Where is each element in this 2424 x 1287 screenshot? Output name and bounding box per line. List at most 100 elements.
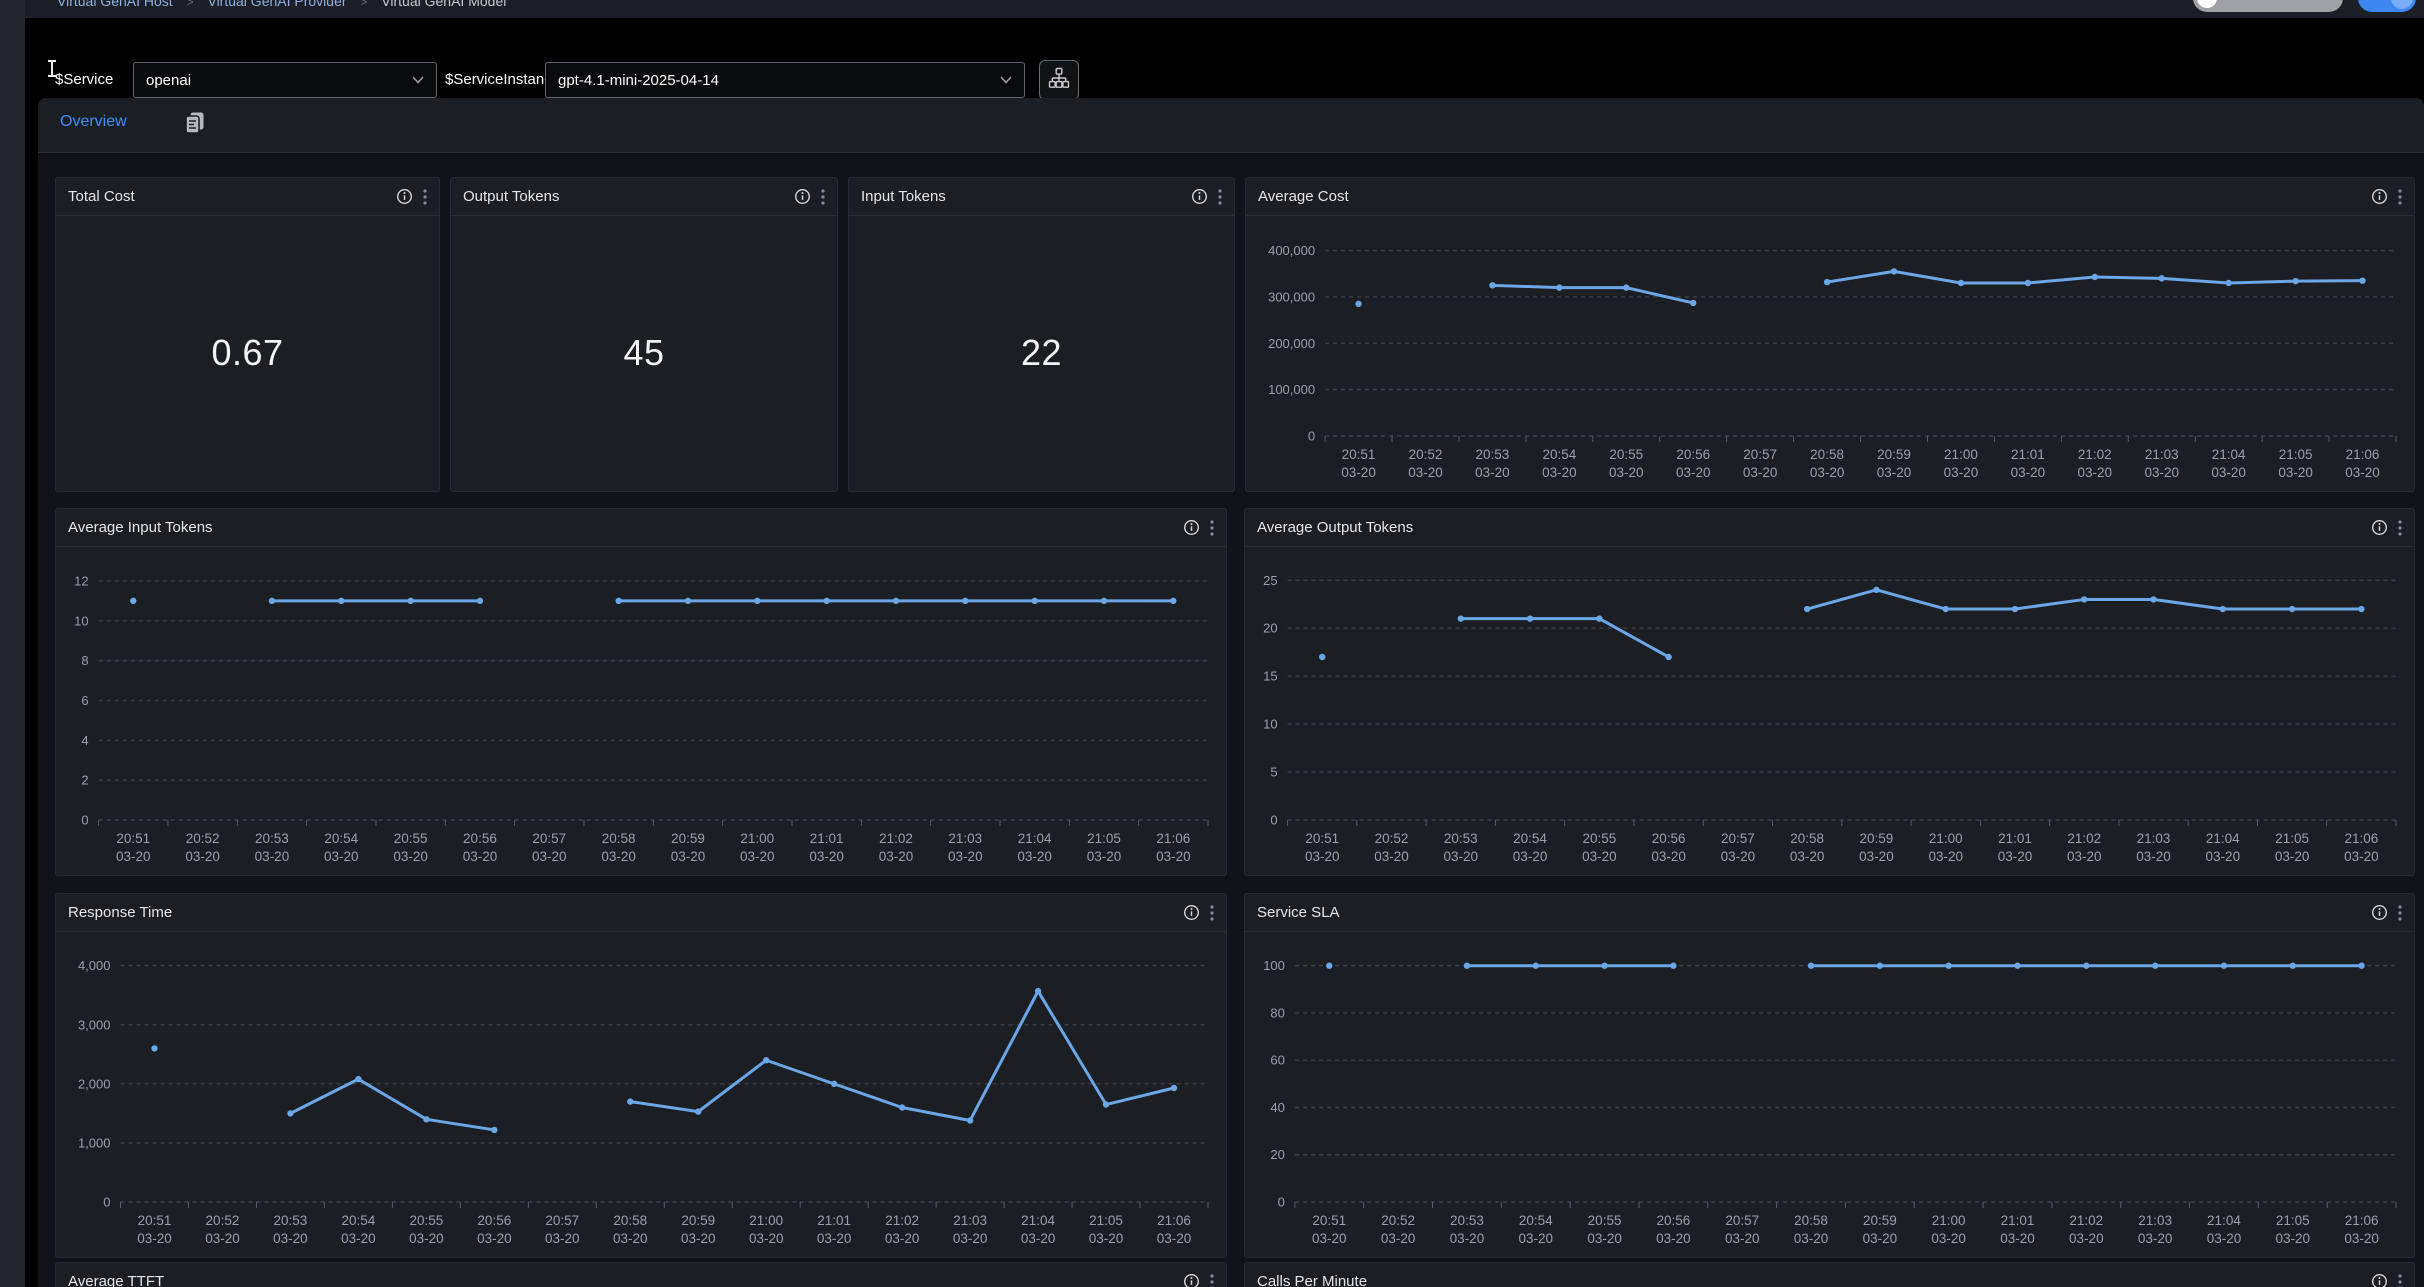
svg-text:0: 0	[81, 813, 88, 828]
tab-overview[interactable]: Overview	[60, 113, 127, 131]
svg-text:2: 2	[81, 773, 88, 788]
svg-text:20:51: 20:51	[1342, 447, 1376, 462]
svg-text:03-20: 03-20	[1381, 1231, 1416, 1246]
svg-text:03-20: 03-20	[2275, 849, 2310, 864]
info-icon[interactable]	[1183, 1273, 1200, 1287]
svg-text:21:02: 21:02	[885, 1213, 919, 1228]
average-output-tokens-chart[interactable]: 051015202520:5103-2020:5203-2020:5303-20…	[1245, 547, 2414, 874]
panel-title: Average Input Tokens	[68, 519, 213, 536]
svg-text:20:59: 20:59	[681, 1213, 715, 1228]
breadcrumb-item-provider[interactable]: Virtual GenAI Provider	[207, 0, 346, 9]
panel-header: Output Tokens	[451, 178, 837, 216]
svg-text:21:03: 21:03	[953, 1213, 987, 1228]
kebab-menu-icon[interactable]	[423, 189, 427, 205]
template-variables-row: $Service openai $ServiceInstance gpt-4.1…	[25, 18, 2424, 98]
service-instance-variable-label: $ServiceInstance	[445, 62, 560, 98]
svg-text:03-20: 03-20	[1998, 849, 2033, 864]
svg-text:21:01: 21:01	[2001, 1213, 2035, 1228]
svg-text:03-20: 03-20	[545, 1231, 580, 1246]
svg-text:03-20: 03-20	[1743, 465, 1778, 480]
service-sla-chart[interactable]: 02040608010020:5103-2020:5203-2020:5303-…	[1245, 932, 2414, 1256]
svg-text:20:59: 20:59	[671, 831, 705, 846]
info-icon[interactable]	[1183, 904, 1200, 921]
kebab-menu-icon[interactable]	[2398, 520, 2402, 536]
report-copy-icon[interactable]	[184, 111, 206, 140]
panel-header: Average Output Tokens	[1245, 509, 2414, 547]
svg-text:21:03: 21:03	[948, 831, 982, 846]
mouse-text-cursor	[51, 60, 53, 77]
service-select[interactable]: openai	[133, 62, 437, 98]
svg-text:21:02: 21:02	[2078, 447, 2112, 462]
kebab-menu-icon[interactable]	[1210, 905, 1214, 921]
svg-text:0: 0	[1278, 1195, 1285, 1210]
svg-text:21:05: 21:05	[2276, 1213, 2310, 1228]
average-cost-chart[interactable]: 0100,000200,000300,000400,00020:5103-202…	[1246, 216, 2414, 490]
panel-input-tokens: Input Tokens 22	[848, 177, 1235, 492]
svg-text:03-20: 03-20	[477, 1231, 512, 1246]
average-input-tokens-chart[interactable]: 02468101220:5103-2020:5203-2020:5303-202…	[56, 547, 1226, 874]
svg-text:20:53: 20:53	[1476, 447, 1510, 462]
service-instance-select[interactable]: gpt-4.1-mini-2025-04-14	[545, 62, 1025, 98]
svg-text:03-20: 03-20	[817, 1231, 852, 1246]
info-icon[interactable]	[2371, 519, 2388, 536]
svg-text:20:51: 20:51	[138, 1213, 172, 1228]
svg-text:03-20: 03-20	[1944, 465, 1979, 480]
svg-text:20:54: 20:54	[1513, 831, 1547, 846]
info-icon[interactable]	[396, 188, 413, 205]
svg-text:21:00: 21:00	[749, 1213, 783, 1228]
breadcrumb-separator: >	[187, 0, 194, 9]
svg-text:03-20: 03-20	[809, 849, 844, 864]
svg-text:03-20: 03-20	[1519, 1231, 1554, 1246]
panel-average-output-tokens: Average Output Tokens 051015202520:5103-…	[1244, 508, 2415, 876]
svg-text:03-20: 03-20	[1475, 465, 1510, 480]
toggle-knob	[2197, 0, 2217, 8]
sitemap-icon	[1048, 67, 1070, 94]
svg-text:21:02: 21:02	[879, 831, 913, 846]
response-time-chart[interactable]: 01,0002,0003,0004,00020:5103-2020:5203-2…	[56, 932, 1226, 1256]
info-icon[interactable]	[2371, 904, 2388, 921]
svg-text:8: 8	[81, 653, 88, 668]
kebab-menu-icon[interactable]	[821, 189, 825, 205]
topbar-toggle-button[interactable]	[2193, 0, 2343, 12]
svg-text:21:05: 21:05	[1089, 1213, 1123, 1228]
kebab-menu-icon[interactable]	[2398, 189, 2402, 205]
kebab-menu-icon[interactable]	[1210, 1274, 1214, 1287]
svg-text:21:01: 21:01	[810, 831, 844, 846]
panel-header: Average Cost	[1246, 178, 2414, 216]
svg-text:03-20: 03-20	[2138, 1231, 2173, 1246]
kebab-menu-icon[interactable]	[1218, 189, 1222, 205]
panel-calls-per-minute: Calls Per Minute	[1244, 1262, 2415, 1287]
svg-text:300,000: 300,000	[1268, 289, 1315, 304]
svg-text:21:05: 21:05	[2279, 447, 2313, 462]
svg-text:03-20: 03-20	[1542, 465, 1577, 480]
info-icon[interactable]	[1183, 519, 1200, 536]
svg-text:20:52: 20:52	[1375, 831, 1409, 846]
kebab-menu-icon[interactable]	[2398, 905, 2402, 921]
info-icon[interactable]	[1191, 188, 1208, 205]
svg-text:03-20: 03-20	[1676, 465, 1711, 480]
info-icon[interactable]	[2371, 188, 2388, 205]
svg-text:15: 15	[1263, 669, 1277, 684]
info-icon[interactable]	[2371, 1273, 2388, 1287]
svg-text:03-20: 03-20	[1656, 1231, 1691, 1246]
svg-text:20:56: 20:56	[1652, 831, 1686, 846]
svg-text:03-20: 03-20	[1721, 849, 1756, 864]
topology-button[interactable]	[1039, 60, 1079, 100]
svg-text:21:00: 21:00	[1932, 1213, 1966, 1228]
svg-text:20:54: 20:54	[341, 1213, 375, 1228]
svg-text:03-20: 03-20	[409, 1231, 444, 1246]
topbar-primary-button[interactable]	[2358, 0, 2416, 12]
svg-text:03-20: 03-20	[532, 849, 567, 864]
breadcrumb-item-host[interactable]: Virtual GenAI Host	[57, 0, 173, 9]
info-icon[interactable]	[794, 188, 811, 205]
panel-average-ttft: Average TTFT	[55, 1262, 1227, 1287]
svg-text:03-20: 03-20	[1305, 849, 1340, 864]
service-select-value: openai	[146, 72, 191, 89]
svg-text:03-20: 03-20	[1312, 1231, 1347, 1246]
kebab-menu-icon[interactable]	[1210, 520, 1214, 536]
svg-text:2,000: 2,000	[78, 1076, 111, 1091]
panel-title: Input Tokens	[861, 188, 946, 205]
kebab-menu-icon[interactable]	[2398, 1274, 2402, 1287]
svg-text:20:57: 20:57	[1721, 831, 1755, 846]
panel-title: Service SLA	[1257, 904, 1340, 921]
